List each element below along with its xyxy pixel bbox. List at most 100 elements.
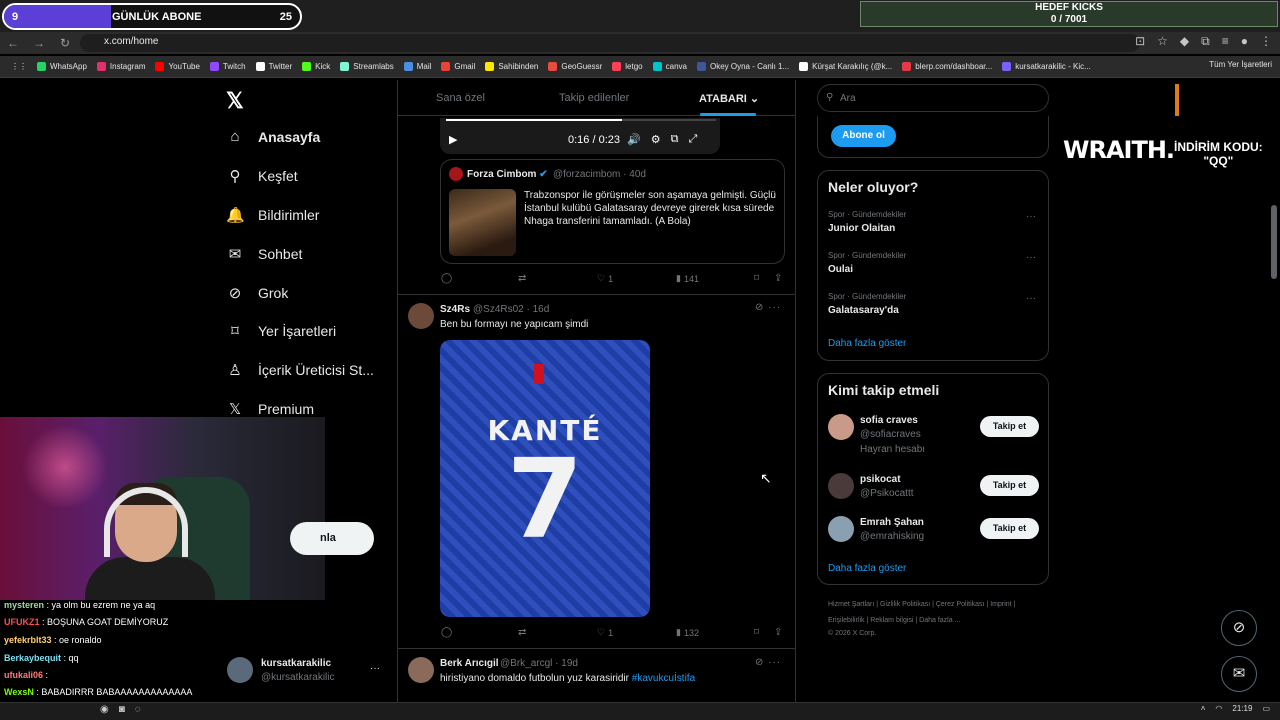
notification-icon[interactable]: ▭	[1262, 704, 1270, 713]
wtf-avatar[interactable]	[828, 473, 854, 499]
shield-icon[interactable]: ◆	[1180, 34, 1189, 49]
post-button[interactable]: nla	[290, 522, 374, 555]
sidebar-item-search[interactable]: ⚲ Keşfet	[226, 167, 298, 185]
quote-image[interactable]	[449, 189, 516, 256]
like-button[interactable]: ♡ 1	[597, 273, 613, 284]
tab-custom[interactable]: ATABARI ⌄	[699, 92, 759, 105]
views-button[interactable]: ▮ 141	[676, 273, 699, 284]
play-icon[interactable]: ▶	[449, 133, 457, 146]
bookmark-item[interactable]: Gmail	[436, 62, 480, 71]
bookmark-item[interactable]: Streamlabs	[335, 62, 398, 71]
trend-name[interactable]: Galatasaray'da	[828, 305, 899, 316]
trend-more-icon[interactable]: ···	[1026, 293, 1036, 304]
share-icon[interactable]: ⇪	[774, 273, 782, 284]
fullscreen-icon[interactable]: ⤢	[688, 133, 697, 146]
x-logo-icon[interactable]: 𝕏	[226, 88, 244, 114]
chat-username[interactable]: UFUKZ1	[4, 617, 40, 627]
bookmark-item[interactable]: canva	[648, 62, 692, 71]
app-icon[interactable]: ◌	[135, 704, 141, 715]
bookmark-item[interactable]: Twitch	[205, 62, 251, 71]
like-button[interactable]: ♡ 1	[597, 627, 613, 638]
sidebar-item-bell[interactable]: 🔔 Bildirimler	[226, 206, 319, 224]
bookmark-item[interactable]: kursatkarakilic - Kic...	[997, 62, 1096, 71]
profile-avatar[interactable]: ●	[1241, 34, 1248, 49]
reading-list-icon[interactable]: ≡	[1222, 34, 1229, 49]
back-icon[interactable]: ←	[0, 36, 26, 50]
sidebar-item-creator[interactable]: ♙ İçerik Üreticisi St...	[226, 361, 374, 379]
post-author-name[interactable]: Berk Arıcıgil	[440, 658, 499, 669]
trends-show-more[interactable]: Daha fazla göster	[828, 338, 906, 349]
hashtag-link[interactable]: #kavukcuİstifa	[632, 673, 695, 684]
views-button[interactable]: ▮ 132	[676, 627, 699, 638]
wifi-icon[interactable]: ◠	[1215, 704, 1222, 713]
extensions-icon[interactable]: ⧉	[1201, 34, 1210, 49]
retweet-icon[interactable]: ⇄	[518, 273, 526, 284]
address-bar[interactable]	[80, 34, 1140, 52]
trend-name[interactable]: Junior Olaitan	[828, 223, 895, 234]
footer-links[interactable]: Hizmet Şartları | Gizlilik Politikası | …	[828, 597, 1048, 629]
chat-username[interactable]: yefekrblt33	[4, 635, 52, 645]
apps-icon[interactable]: ⋮⋮	[6, 62, 32, 71]
all-bookmarks-link[interactable]: Tüm Yer İşaretleri	[1209, 60, 1272, 69]
bookmark-item[interactable]: Kürşat Karakılıç (@k...	[794, 62, 897, 71]
bookmark-item[interactable]: Twitter	[251, 62, 298, 71]
pip-icon[interactable]: ⧉	[671, 133, 679, 146]
account-avatar[interactable]	[227, 657, 253, 683]
bookmark-item[interactable]: GeoGuessr	[543, 62, 607, 71]
bookmark-item[interactable]: Instagram	[92, 62, 151, 71]
more-icon[interactable]: ⊘ ···	[755, 302, 781, 313]
bookmark-icon[interactable]: ⌑	[754, 273, 759, 284]
menu-icon[interactable]: ⋮	[1260, 34, 1272, 49]
bookmark-item[interactable]: letgo	[607, 62, 647, 71]
follow-button[interactable]: Takip et	[980, 416, 1039, 437]
bookmark-item[interactable]: Mail	[399, 62, 437, 71]
wtf-avatar[interactable]	[828, 516, 854, 542]
wtf-name[interactable]: psikocat	[860, 474, 901, 485]
url-text[interactable]: x.com/home	[104, 36, 158, 47]
reply-icon[interactable]: ◯	[441, 273, 452, 284]
messages-fab-icon[interactable]: ✉	[1221, 656, 1257, 692]
wtf-show-more[interactable]: Daha fazla göster	[828, 563, 906, 574]
reply-icon[interactable]: ◯	[441, 627, 452, 638]
sidebar-item-x[interactable]: 𝕏 Premium	[226, 400, 314, 418]
share-icon[interactable]: ⇪	[774, 627, 782, 638]
grok-fab-icon[interactable]: ⊘	[1221, 610, 1257, 646]
video-progress[interactable]	[446, 119, 716, 121]
post-image[interactable]: KANTÉ 7	[440, 340, 650, 617]
chat-username[interactable]: ufukali06	[4, 670, 43, 680]
more-icon[interactable]: ⊘ ···	[755, 657, 781, 668]
follow-button[interactable]: Takip et	[980, 518, 1039, 539]
bookmark-item[interactable]: YouTube	[150, 62, 204, 71]
trend-name[interactable]: Oulai	[828, 264, 853, 275]
wtf-name[interactable]: sofia craves	[860, 415, 918, 426]
post-avatar[interactable]	[408, 303, 434, 329]
retweet-icon[interactable]: ⇄	[518, 627, 526, 638]
chat-username[interactable]: mysteren	[4, 600, 44, 610]
account-more-icon[interactable]: ···	[370, 663, 380, 674]
discord-icon[interactable]: ◙	[119, 704, 125, 715]
sidebar-item-home[interactable]: ⌂ Anasayfa	[226, 128, 320, 145]
account-name[interactable]: kursatkarakilic	[261, 658, 331, 669]
chrome-icon[interactable]: ◉	[100, 704, 109, 715]
page-scrollbar[interactable]	[1271, 205, 1277, 279]
tray-arrow-icon[interactable]: ˄	[1201, 704, 1206, 713]
reload-icon[interactable]: ↻	[52, 36, 78, 50]
subscribe-button[interactable]: Abone ol	[831, 125, 896, 147]
bookmark-icon[interactable]: ⌑	[754, 627, 759, 638]
clock[interactable]: 21:19	[1232, 704, 1252, 713]
sidebar-item-grok[interactable]: ⊘ Grok	[226, 284, 289, 302]
sidebar-item-mail[interactable]: ✉ Sohbet	[226, 245, 303, 263]
trend-more-icon[interactable]: ···	[1026, 211, 1036, 222]
trend-more-icon[interactable]: ···	[1026, 252, 1036, 263]
bookmark-item[interactable]: WhatsApp	[32, 62, 92, 71]
tab-following[interactable]: Takip edilenler	[559, 92, 629, 104]
sidebar-item-bookmark[interactable]: ⌑ Yer İşaretleri	[226, 322, 336, 340]
wtf-name[interactable]: Emrah Şahan	[860, 517, 924, 528]
bookmark-item[interactable]: blerp.com/dashboar...	[897, 62, 997, 71]
bookmark-item[interactable]: Okey Oyna - Canlı 1...	[692, 62, 794, 71]
settings-icon[interactable]: ⚙	[651, 133, 661, 146]
tab-for-you[interactable]: Sana özel	[436, 92, 485, 104]
forward-icon[interactable]: →	[26, 36, 52, 50]
post-author-name[interactable]: Sz4Rs	[440, 304, 470, 315]
chat-username[interactable]: WexsN	[4, 687, 34, 697]
